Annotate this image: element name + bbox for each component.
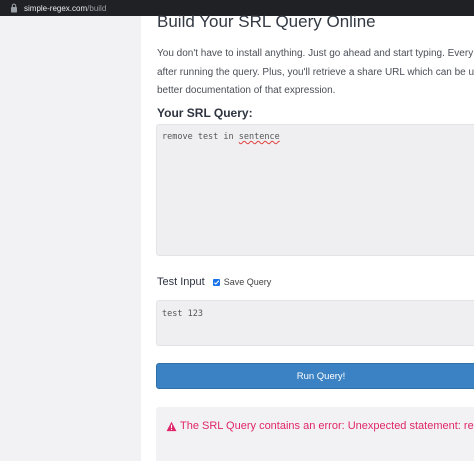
url-path[interactable]: /build xyxy=(87,4,106,13)
main-content: Build Your SRL Query Online You don't ha… xyxy=(141,12,474,461)
page-title: Build Your SRL Query Online xyxy=(157,12,376,31)
query-text: remove test in xyxy=(162,132,239,142)
sidebar xyxy=(0,16,141,461)
description-line: better documentation of that expression. xyxy=(157,85,336,96)
save-query-checkbox[interactable] xyxy=(212,278,220,286)
test-input-value: test 123 xyxy=(162,309,203,319)
run-query-button[interactable]: Run Query! xyxy=(156,363,474,389)
error-message: The SRL Query contains an error: Unexpec… xyxy=(180,420,474,432)
description-line: You don't have to install anything. Just… xyxy=(157,48,474,59)
srl-query-editor[interactable]: remove test in sentence xyxy=(156,124,474,256)
srl-query-label: Your SRL Query: xyxy=(157,106,253,120)
query-text-misspelled: sentence xyxy=(238,132,280,142)
warning-icon xyxy=(166,421,177,431)
page: simple-regex.com/build Build Your SRL Qu… xyxy=(0,0,474,461)
error-alert: The SRL Query contains an error: Unexpec… xyxy=(156,407,474,461)
test-input-field[interactable]: test 123 xyxy=(156,300,474,346)
error-line: The SRL Query contains an error: Unexpec… xyxy=(166,420,474,432)
test-input-label: Test Input xyxy=(157,276,205,288)
checkmark-icon xyxy=(213,279,219,285)
save-query-label[interactable]: Save Query xyxy=(224,277,272,287)
description-line: after running the query. Plus, you'll re… xyxy=(157,66,474,78)
lock-icon xyxy=(11,3,17,13)
page-description: You don't have to install anything. Just… xyxy=(157,45,474,101)
test-input-header: Test Input Save Query xyxy=(157,276,271,288)
url-domain[interactable]: simple-regex.com xyxy=(24,4,87,13)
